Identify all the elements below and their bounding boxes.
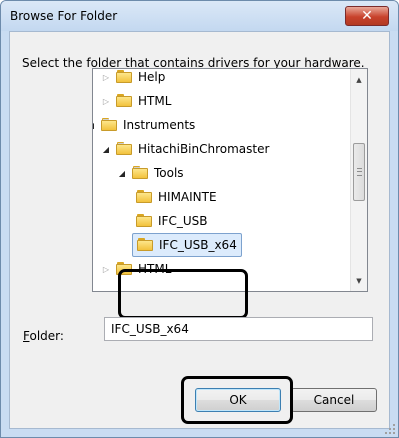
- folder-input[interactable]: [104, 317, 373, 341]
- folder-icon: [136, 214, 153, 228]
- tree-item-ifc-usb-x64[interactable]: IFC_USB_x64: [132, 233, 242, 257]
- folder-tree[interactable]: ▷ Help ▷ HTML ◢ Instruments ◢ HitachiBin…: [92, 68, 368, 292]
- browse-for-folder-dialog: Browse For Folder ✕ Select the folder th…: [0, 0, 399, 438]
- scroll-up-icon[interactable]: ▲: [351, 71, 367, 88]
- title-bar[interactable]: Browse For Folder ✕: [1, 1, 398, 31]
- tree-item-label: IFC_USB: [158, 214, 208, 228]
- open-folder-icon: [116, 142, 133, 156]
- close-button[interactable]: ✕: [345, 6, 389, 26]
- tree-item-label: HIMAINTE: [158, 190, 217, 204]
- expand-arrow-icon[interactable]: ▷: [100, 71, 112, 83]
- folder-icon: [116, 262, 133, 276]
- tree-item-html[interactable]: ▷ HTML: [100, 89, 171, 113]
- resize-grip-icon[interactable]: [385, 424, 395, 434]
- scrollbar-thumb[interactable]: [353, 143, 365, 201]
- tree-item-label: HTML: [138, 262, 172, 276]
- open-folder-icon: [132, 166, 149, 180]
- tree-item-label: HTML: [138, 94, 172, 108]
- tree-item-label: Tools: [154, 166, 184, 180]
- tree-item-himainte[interactable]: HIMAINTE: [132, 185, 217, 209]
- expand-arrow-icon[interactable]: ▷: [100, 263, 112, 275]
- folder-icon: [136, 190, 153, 204]
- tree-item-label: IFC_USB_x64: [159, 238, 237, 252]
- tree-scrollbar[interactable]: ▲ ▼: [350, 69, 367, 291]
- open-folder-icon: [101, 118, 118, 132]
- tree-item-label: HitachiBinChromaster: [138, 142, 270, 156]
- tree-item-label: Instruments: [123, 118, 196, 132]
- window-title: Browse For Folder: [10, 9, 118, 23]
- close-icon: ✕: [361, 8, 373, 24]
- tree-item-label: Help: [138, 70, 166, 84]
- cancel-button[interactable]: Cancel: [291, 388, 377, 412]
- collapse-arrow-icon[interactable]: ◢: [93, 119, 97, 131]
- tree-item-html-2[interactable]: ▷ HTML: [100, 257, 171, 281]
- expand-arrow-icon[interactable]: ▷: [100, 95, 112, 107]
- tree-item-ifc-usb[interactable]: IFC_USB: [132, 209, 207, 233]
- ok-button[interactable]: OK: [195, 388, 281, 412]
- collapse-arrow-icon[interactable]: ◢: [100, 143, 112, 155]
- folder-icon: [137, 238, 154, 252]
- folder-field-label: Folder:: [23, 329, 64, 343]
- tree-item-tools[interactable]: ◢ Tools: [116, 161, 184, 185]
- folder-icon: [116, 70, 133, 84]
- collapse-arrow-icon[interactable]: ◢: [116, 167, 128, 179]
- tree-item-instruments[interactable]: ◢ Instruments: [93, 113, 196, 137]
- tree-item-hitachibinchromaster[interactable]: ◢ HitachiBinChromaster: [100, 137, 269, 161]
- grip-icon: [356, 168, 362, 176]
- scroll-down-icon[interactable]: ▼: [351, 272, 367, 289]
- folder-icon: [116, 94, 133, 108]
- tree-item-help[interactable]: ▷ Help: [100, 69, 166, 89]
- folder-label-text: older:: [29, 329, 64, 343]
